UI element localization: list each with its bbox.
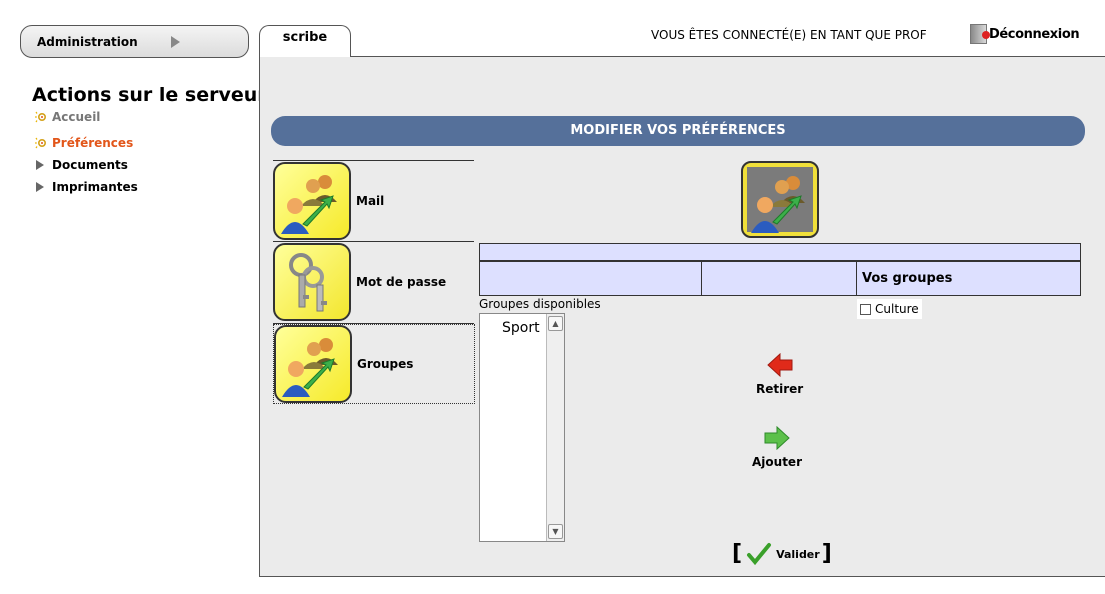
- selected-group-culture[interactable]: Culture: [857, 299, 922, 319]
- chevron-right-icon: [171, 36, 180, 48]
- selected-group-label: Culture: [875, 302, 919, 316]
- sun-icon: [34, 110, 48, 124]
- pref-menu-label: Mail: [356, 194, 385, 208]
- tab-divider: [351, 56, 1105, 57]
- available-groups-list[interactable]: Sport ▲ ▼: [479, 313, 565, 542]
- scroll-up-icon[interactable]: ▲: [548, 316, 563, 331]
- checkbox[interactable]: [860, 303, 871, 315]
- users-arrow-icon: [274, 325, 352, 403]
- sidebar-item-label: Imprimantes: [52, 180, 138, 194]
- sidebar-title: Actions sur le serveur: [32, 84, 267, 106]
- sidebar-item-documents[interactable]: Documents: [34, 158, 128, 172]
- connected-user-text: VOUS ÊTES CONNECTÉ(E) EN TANT QUE PROF: [651, 28, 927, 42]
- groups-table-top-bar: [479, 243, 1081, 261]
- available-groups-label: Groupes disponibles: [479, 297, 601, 311]
- tab-scribe[interactable]: scribe: [259, 25, 351, 57]
- sidebar-item-accueil[interactable]: Accueil: [34, 110, 100, 124]
- pref-menu-mail[interactable]: Mail: [273, 161, 475, 241]
- arrow-left-icon: [766, 353, 793, 377]
- logout-door-icon: [970, 24, 990, 44]
- sidebar-item-label: Accueil: [52, 110, 101, 124]
- sidebar-item-imprimantes[interactable]: Imprimantes: [34, 180, 138, 194]
- scrollbar[interactable]: ▲ ▼: [546, 314, 564, 541]
- groups-header-cell: [480, 262, 702, 295]
- tab-label: scribe: [282, 30, 328, 45]
- logout-label: Déconnexion: [989, 26, 1080, 42]
- logout-button[interactable]: Déconnexion: [970, 24, 1080, 44]
- keys-icon: [273, 243, 351, 321]
- arrow-right-icon: [764, 426, 790, 450]
- checkmark-icon: [747, 543, 772, 566]
- triangle-right-icon: [36, 160, 44, 170]
- scroll-down-icon[interactable]: ▼: [548, 524, 563, 539]
- pref-menu-label: Mot de passe: [356, 275, 447, 289]
- validate-button[interactable]: [ Valider ]: [732, 542, 832, 566]
- groups-header-cell: [702, 262, 857, 295]
- sidebar-item-label: Préférences: [52, 136, 134, 150]
- validate-label: Valider: [776, 547, 820, 561]
- groups-table-header: Vos groupes: [479, 261, 1081, 296]
- bracket-close: ]: [821, 541, 832, 566]
- groups-header-icon: [741, 161, 819, 238]
- sun-icon: [34, 136, 48, 150]
- pref-menu-label: Groupes: [357, 357, 414, 371]
- sidebar-item-preferences[interactable]: Préférences: [34, 136, 133, 150]
- remove-group-button[interactable]: Retirer: [756, 353, 803, 396]
- administration-label: Administration: [37, 34, 138, 49]
- pref-menu-groups[interactable]: Groupes: [273, 324, 475, 404]
- section-title: MODIFIER VOS PRÉFÉRENCES: [271, 116, 1085, 146]
- add-group-button[interactable]: Ajouter: [752, 426, 802, 469]
- remove-label: Retirer: [756, 382, 804, 396]
- pref-menu-password[interactable]: Mot de passe: [273, 242, 475, 322]
- administration-menu[interactable]: Administration: [20, 25, 249, 58]
- add-label: Ajouter: [752, 455, 802, 469]
- list-item[interactable]: Sport: [502, 320, 540, 336]
- users-arrow-icon: [273, 162, 351, 240]
- vos-groupes-header: Vos groupes: [862, 271, 953, 286]
- sidebar-item-label: Documents: [52, 158, 128, 172]
- bracket-open: [: [732, 541, 743, 566]
- triangle-right-icon: [36, 182, 44, 192]
